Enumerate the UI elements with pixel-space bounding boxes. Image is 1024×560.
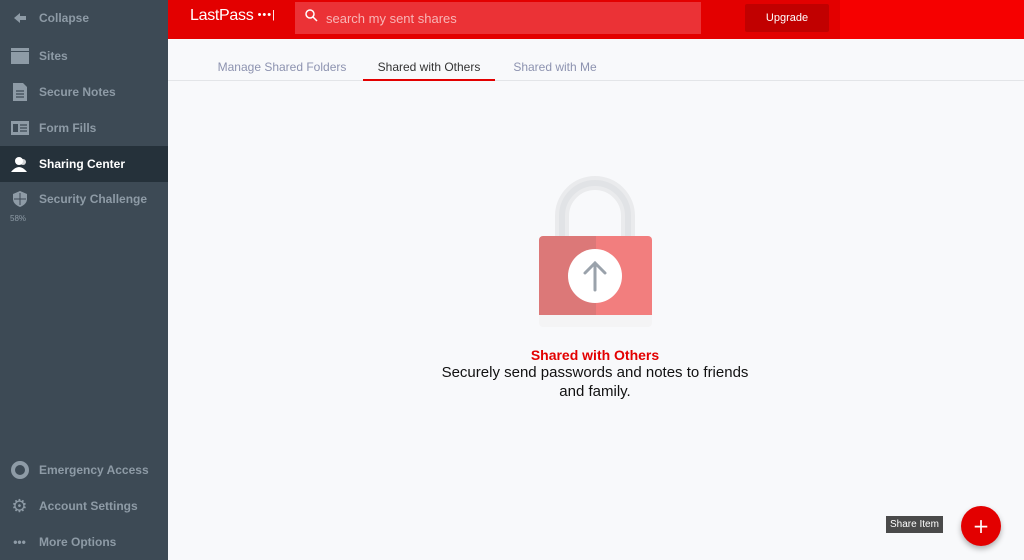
tab-bar: Manage Shared Folders Shared with Others… [168,39,1024,81]
share-item-button[interactable]: + [961,506,1001,546]
note-icon [0,83,39,101]
sidebar-item-more-options[interactable]: ••• More Options [0,524,168,560]
search-bar [295,2,701,34]
search-input[interactable] [326,10,686,26]
sidebar-item-account-settings[interactable]: ⚙ Account Settings [0,488,168,524]
sidebar-item-label: More Options [39,535,117,549]
empty-state: Shared with Others Securely send passwor… [430,347,760,401]
sidebar-item-security-challenge[interactable]: Security Challenge [0,181,168,217]
header: LastPass •••| Upgrade [168,0,1024,39]
sidebar-item-label: Sites [39,49,68,63]
sidebar-item-label: Form Fills [39,121,97,135]
sidebar-item-collapse[interactable]: Collapse [0,0,168,36]
empty-state-description: Securely send passwords and notes to fri… [441,364,749,400]
lastpass-logo[interactable]: LastPass •••| [190,7,276,25]
id-card-icon [0,121,39,135]
ellipsis-icon: ••• [13,535,26,549]
browser-window-icon [0,48,39,64]
tab-shared-with-others[interactable]: Shared with Others [363,39,495,81]
empty-state-title: Shared with Others [530,347,660,363]
shield-icon [0,191,39,207]
life-ring-icon [0,461,39,479]
search-icon [305,9,318,27]
sidebar-item-sharing-center[interactable]: Sharing Center [0,146,168,182]
security-score: 58% [10,214,27,223]
sidebar-item-label: Account Settings [39,499,138,513]
share-item-tooltip: Share Item [886,516,943,533]
sidebar-item-label: Emergency Access [39,463,149,477]
sidebar-item-emergency-access[interactable]: Emergency Access [0,452,168,488]
arrow-left-icon [0,12,39,24]
gear-icon: ⚙ [11,495,28,517]
sidebar-item-form-fills[interactable]: Form Fills [0,110,168,146]
tab-manage-shared-folders[interactable]: Manage Shared Folders [212,39,352,81]
upgrade-button[interactable]: Upgrade [745,4,829,32]
sidebar-item-label: Security Challenge [39,192,148,206]
sidebar-item-sites[interactable]: Sites [0,38,168,74]
sidebar-item-label: Collapse [39,11,90,25]
sidebar-item-secure-notes[interactable]: Secure Notes [0,74,168,110]
sidebar-item-label: Sharing Center [39,157,126,171]
tab-shared-with-me[interactable]: Shared with Me [505,39,605,81]
sidebar: Collapse Sites Secure Notes Form Fills S… [0,0,168,560]
sidebar-item-label: Secure Notes [39,85,116,99]
users-icon [0,156,39,172]
padlock-illustration [539,176,652,327]
